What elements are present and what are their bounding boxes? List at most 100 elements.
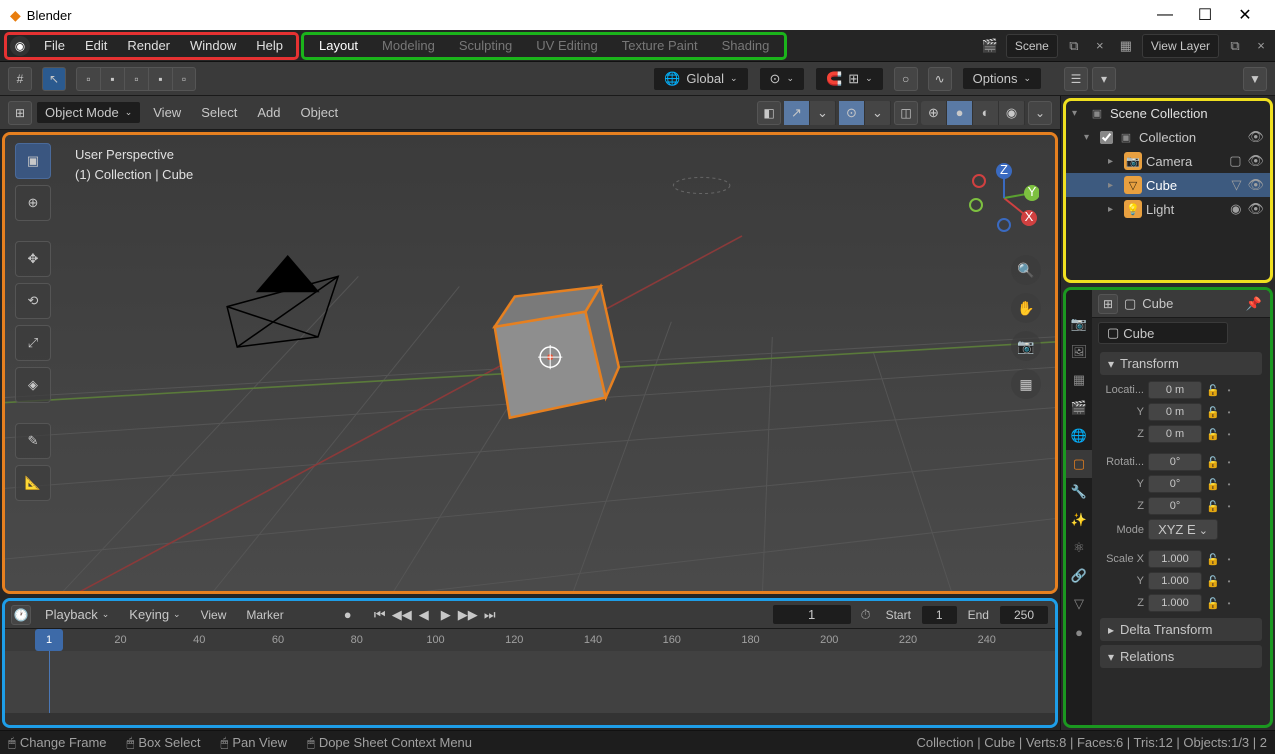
- location-y-field[interactable]: 0 m: [1148, 403, 1202, 421]
- view-object-types-icon[interactable]: ◧: [757, 101, 781, 125]
- viewport-menu-view[interactable]: View: [145, 101, 189, 124]
- menu-edit[interactable]: Edit: [75, 34, 117, 57]
- shading-rendered-icon[interactable]: ◉: [999, 101, 1025, 125]
- timeline-marker-menu[interactable]: Marker: [240, 605, 289, 625]
- maximize-button[interactable]: ☐: [1185, 0, 1225, 30]
- options-dropdown[interactable]: Options⌄: [962, 67, 1042, 90]
- restrict-icon[interactable]: ▢: [1229, 153, 1241, 169]
- play-icon[interactable]: ▶: [436, 605, 456, 625]
- keyframe-dot-icon[interactable]: •: [1224, 577, 1234, 586]
- lock-icon[interactable]: 🔓: [1206, 406, 1220, 419]
- pan-icon[interactable]: ✋: [1011, 293, 1041, 323]
- frame-start-field[interactable]: 1: [921, 605, 958, 625]
- lock-icon[interactable]: 🔓: [1206, 384, 1220, 397]
- workspace-tab-layout[interactable]: Layout: [307, 34, 370, 57]
- tool-rotate-icon[interactable]: ⟲: [15, 283, 51, 319]
- outliner-filter-icon[interactable]: ▼: [1243, 67, 1267, 91]
- lock-icon[interactable]: 🔓: [1206, 478, 1220, 491]
- keyframe-dot-icon[interactable]: •: [1224, 458, 1234, 467]
- timeline-view-menu[interactable]: View: [195, 605, 233, 625]
- show-overlays-icon[interactable]: ⊙: [839, 101, 865, 125]
- collection-toggle[interactable]: [1100, 131, 1113, 144]
- workspace-tab-shading[interactable]: Shading: [710, 34, 782, 57]
- app-menu-icon[interactable]: ◉: [10, 36, 30, 56]
- tool-transform-icon[interactable]: ◈: [15, 367, 51, 403]
- prop-tab-object-icon[interactable]: ▢: [1066, 450, 1092, 478]
- cursor-tool-icon[interactable]: ↖: [42, 67, 66, 91]
- restrict-icon[interactable]: ▽: [1231, 177, 1241, 193]
- minimize-button[interactable]: —: [1145, 0, 1185, 30]
- outliner-item-cube[interactable]: ▸ ▽ Cube ▽ 👁: [1066, 173, 1270, 197]
- current-frame-field[interactable]: 1: [772, 604, 852, 625]
- xray-toggle-icon[interactable]: ◫: [894, 101, 918, 125]
- location-z-field[interactable]: 0 m: [1148, 425, 1202, 443]
- show-gizmo-icon[interactable]: ↗: [784, 101, 810, 125]
- select-extend-icon[interactable]: ▪: [100, 67, 124, 91]
- disclosure-icon[interactable]: ▸: [1108, 180, 1120, 191]
- shading-solid-icon[interactable]: ●: [947, 101, 973, 125]
- rotation-mode-dropdown[interactable]: XYZ E ⌄: [1148, 519, 1218, 540]
- autokey-icon[interactable]: ●: [338, 605, 358, 625]
- keyframe-dot-icon[interactable]: •: [1224, 386, 1234, 395]
- timeline-ruler[interactable]: 1 20 40 60 80 100 120 140 160 180 200 22…: [5, 629, 1055, 651]
- menu-help[interactable]: Help: [246, 34, 293, 57]
- shading-matprev-icon[interactable]: ◐: [973, 101, 999, 125]
- lock-icon[interactable]: 🔓: [1206, 597, 1220, 610]
- scale-x-field[interactable]: 1.000: [1148, 550, 1202, 568]
- tool-move-icon[interactable]: ✥: [15, 241, 51, 277]
- disclosure-icon[interactable]: ▸: [1108, 204, 1120, 215]
- workspace-tab-modeling[interactable]: Modeling: [370, 34, 447, 57]
- prev-key-icon[interactable]: ◀◀: [392, 605, 412, 625]
- tool-select-box-icon[interactable]: ▣: [15, 143, 51, 179]
- visibility-icon[interactable]: 👁: [1247, 153, 1264, 169]
- jump-end-icon[interactable]: ⏭: [480, 605, 500, 625]
- disclosure-icon[interactable]: ▾: [1084, 132, 1096, 143]
- jump-start-icon[interactable]: ⏮: [370, 605, 390, 625]
- menu-window[interactable]: Window: [180, 34, 246, 57]
- tool-scale-icon[interactable]: ⤢: [15, 325, 51, 361]
- workspace-tab-texture-paint[interactable]: Texture Paint: [610, 34, 710, 57]
- scene-delete-icon[interactable]: ×: [1090, 36, 1110, 56]
- select-intersect-icon[interactable]: ▫: [172, 67, 196, 91]
- shading-dropdown-icon[interactable]: ⌄: [1028, 101, 1052, 125]
- viewlayer-selector[interactable]: View Layer: [1142, 34, 1219, 58]
- select-subtract-icon[interactable]: ▫: [124, 67, 148, 91]
- lock-icon[interactable]: 🔓: [1206, 553, 1220, 566]
- keyframe-dot-icon[interactable]: •: [1224, 555, 1234, 564]
- visibility-icon[interactable]: 👁: [1247, 201, 1264, 217]
- delta-transform-panel-header[interactable]: ▸ Delta Transform: [1100, 618, 1262, 641]
- snap-dropdown[interactable]: 🧲⊞⌄: [815, 67, 884, 91]
- timeline-playback-menu[interactable]: Playback⌄: [39, 604, 115, 625]
- rotation-y-field[interactable]: 0°: [1148, 475, 1202, 493]
- outliner-item-light[interactable]: ▸ 💡 Light ◉ 👁: [1066, 197, 1270, 221]
- prop-tab-render-icon[interactable]: 📷: [1066, 310, 1092, 338]
- frame-end-field[interactable]: 250: [999, 605, 1049, 625]
- lock-icon[interactable]: 🔓: [1206, 575, 1220, 588]
- transform-panel-header[interactable]: ▾ Transform: [1100, 352, 1262, 375]
- scene-copy-icon[interactable]: ⧉: [1064, 36, 1084, 56]
- prop-tab-scene-icon[interactable]: 🎬: [1066, 394, 1092, 422]
- visibility-icon[interactable]: 👁: [1247, 129, 1264, 145]
- timeline-scrollbar[interactable]: [5, 713, 1055, 725]
- prop-tab-material-icon[interactable]: ●: [1066, 618, 1092, 646]
- zoom-icon[interactable]: 🔍: [1011, 255, 1041, 285]
- timeline-keying-menu[interactable]: Keying⌄: [123, 604, 186, 625]
- viewport-menu-object[interactable]: Object: [292, 101, 346, 124]
- editor-type-icon[interactable]: ⊞: [8, 101, 32, 125]
- disclosure-icon[interactable]: ▸: [1108, 156, 1120, 167]
- tool-annotate-icon[interactable]: ✎: [15, 423, 51, 459]
- camera-view-icon[interactable]: 📷: [1011, 331, 1041, 361]
- pivot-point-dropdown[interactable]: ⊙⌄: [759, 67, 805, 91]
- select-invert-icon[interactable]: ▪: [148, 67, 172, 91]
- prop-tab-output-icon[interactable]: 🖼: [1066, 338, 1092, 366]
- tool-measure-icon[interactable]: 📐: [15, 465, 51, 501]
- viewlayer-browse-icon[interactable]: ▦: [1116, 36, 1136, 56]
- prop-tab-modifiers-icon[interactable]: 🔧: [1066, 478, 1092, 506]
- select-mode-icon[interactable]: #: [8, 67, 32, 91]
- scene-browse-icon[interactable]: 🎬: [980, 36, 1000, 56]
- outliner-editor-type-icon[interactable]: ☰: [1064, 67, 1088, 91]
- scale-z-field[interactable]: 1.000: [1148, 594, 1202, 612]
- overlay-dropdown-icon[interactable]: ⌄: [865, 101, 891, 125]
- mode-dropdown[interactable]: Object Mode⌄: [36, 101, 141, 124]
- proportional-edit-icon[interactable]: ○: [894, 67, 918, 91]
